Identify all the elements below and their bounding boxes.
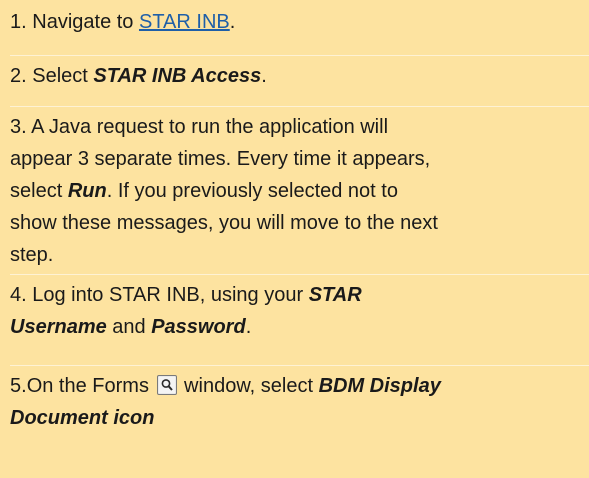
step-2: 2. Select STAR INB Access. (10, 55, 589, 106)
document-icon-label: Document icon (10, 407, 155, 429)
star-inb-link[interactable]: STAR INB (139, 11, 230, 33)
star-inb-access-label: STAR INB Access (93, 65, 262, 87)
step-1: 1. Navigate to STAR INB. (10, 0, 589, 55)
step-3-line-4: show these messages, you will move to th… (10, 212, 438, 234)
step-3-text-3b: . If you previously selected not to (106, 180, 398, 202)
step-5-line-1: 5.On the Forms window, select BDM Displa… (10, 370, 589, 402)
step-3-number: 3. (10, 116, 32, 138)
step-3-line-1: 3. A Java request to run the application… (10, 111, 589, 143)
password-label: Password (151, 316, 246, 338)
bdm-display-label: BDM Display (318, 375, 441, 397)
step-2-number: 2. (10, 65, 33, 87)
step-5-window-text: window, select (178, 375, 319, 397)
step-1-number: 1. (10, 11, 33, 33)
step-4-number: 4. (10, 284, 33, 306)
step-1-text: Navigate to (32, 11, 139, 33)
step-3-line-3: select Run. If you previously selected n… (10, 175, 589, 207)
step-5-text: On the Forms (26, 375, 155, 397)
step-3-text-1: A Java request to run the application wi… (31, 116, 389, 138)
step-1-period: . (229, 11, 236, 33)
search-magnifier-icon (156, 375, 177, 395)
username-label: Username (10, 316, 107, 338)
step-3: 3. A Java request to run the application… (10, 106, 589, 274)
step-2-text: Select (32, 65, 94, 87)
step-4: 4. Log into STAR INB, using your STAR Us… (10, 274, 589, 365)
star-label: STAR (308, 284, 362, 306)
step-4-period: . (245, 316, 252, 338)
step-2-period: . (261, 65, 267, 87)
step-4-line-1: 4. Log into STAR INB, using your STAR (10, 279, 589, 311)
step-5-line-2: Document icon (10, 402, 589, 434)
step-4-and: and (106, 316, 152, 338)
step-4-line-2: Username and Password. (10, 311, 589, 343)
step-4-text: Log into STAR INB, using your (32, 284, 309, 306)
run-label: Run (67, 180, 107, 202)
step-5-number: 5. (10, 375, 27, 397)
step-3-line-5: step. (10, 244, 54, 266)
step-5: 5.On the Forms window, select BDM Displa… (10, 365, 589, 478)
instructions-panel: 1. Navigate to STAR INB. 2. Select STAR … (0, 0, 589, 478)
step-3-line-2: appear 3 separate times. Every time it a… (10, 148, 431, 170)
step-3-text-3a: select (10, 180, 68, 202)
